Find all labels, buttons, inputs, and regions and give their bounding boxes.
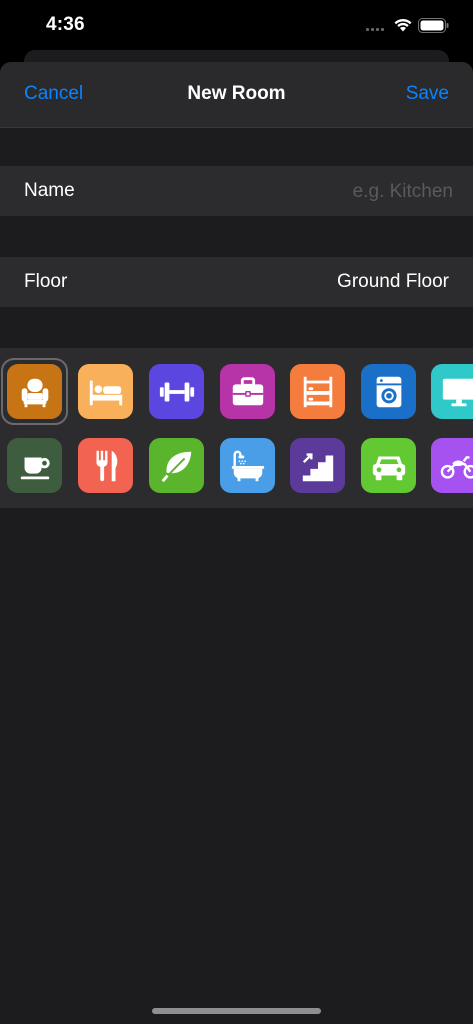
- new-room-sheet: Cancel New Room Save Name Floor Ground F…: [0, 62, 473, 1024]
- dining-tile[interactable]: [78, 438, 133, 493]
- dumbbell-icon: [159, 382, 194, 401]
- office-tile[interactable]: [220, 364, 275, 419]
- stairs-tile[interactable]: [290, 438, 345, 493]
- media-room-tile[interactable]: [431, 364, 473, 419]
- stairs-icon: [302, 452, 333, 481]
- bed-icon: [89, 380, 122, 405]
- navigation-bar: Cancel New Room Save: [0, 62, 473, 128]
- save-button[interactable]: Save: [406, 83, 449, 105]
- bathroom-tile[interactable]: [220, 438, 275, 493]
- home-indicator: [152, 1008, 321, 1014]
- floor-value: Ground Floor: [337, 271, 449, 292]
- name-field[interactable]: [191, 175, 455, 209]
- floor-label: Floor: [24, 271, 68, 292]
- washing-machine-icon: [376, 376, 401, 407]
- leaf-icon: [161, 451, 191, 482]
- coffee-cup-icon: [20, 456, 50, 479]
- laundry-tile[interactable]: [361, 364, 416, 419]
- garden-tile[interactable]: [149, 438, 204, 493]
- bunk-bed-icon: [303, 376, 332, 407]
- status-bar: 4:36: [0, 0, 473, 50]
- gym-tile[interactable]: [149, 364, 204, 419]
- armchair-tile[interactable]: [7, 364, 62, 419]
- kids-room-tile[interactable]: [290, 364, 345, 419]
- status-time: 4:36: [46, 14, 85, 35]
- floor-row[interactable]: Floor Ground Floor: [0, 257, 473, 307]
- car-icon: [372, 456, 405, 480]
- battery-icon: [418, 18, 449, 33]
- fork-knife-icon: [96, 450, 117, 481]
- motorcycle-tile[interactable]: [431, 438, 473, 493]
- cafe-tile[interactable]: [7, 438, 62, 493]
- armchair-icon: [21, 378, 48, 407]
- motorcycle-icon: [440, 455, 473, 479]
- bathtub-icon: [231, 450, 264, 481]
- bed-tile[interactable]: [78, 364, 133, 419]
- briefcase-icon: [232, 376, 263, 405]
- room-icon-picker: [0, 348, 473, 508]
- wifi-icon: [394, 18, 412, 32]
- monitor-icon: [442, 378, 473, 406]
- page-title: New Room: [187, 83, 286, 104]
- garage-tile[interactable]: [361, 438, 416, 493]
- name-row: Name: [0, 166, 473, 216]
- cellular-signal-icon: [366, 28, 386, 32]
- name-label: Name: [24, 180, 75, 201]
